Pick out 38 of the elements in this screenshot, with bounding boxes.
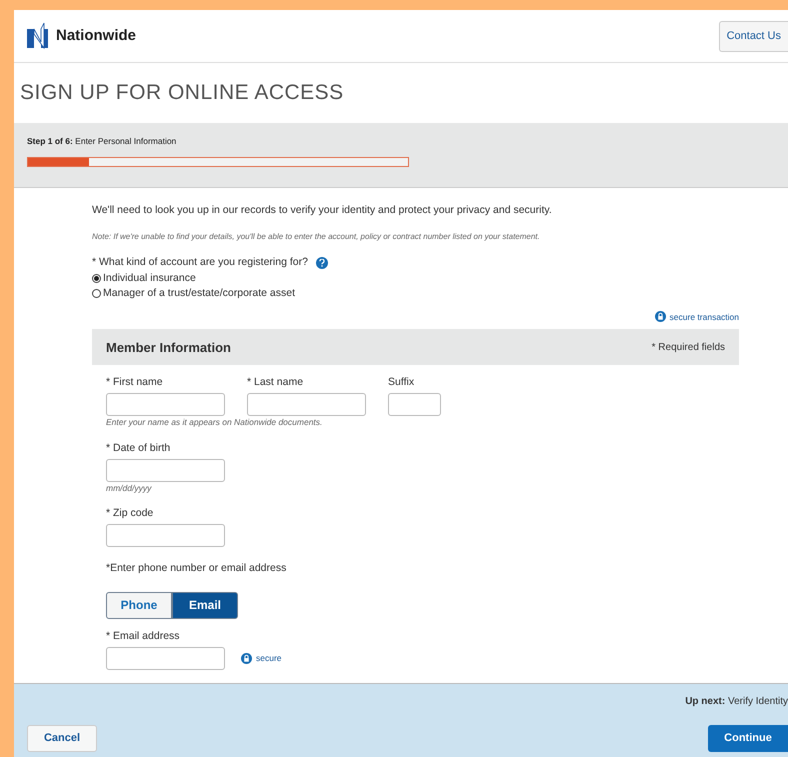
field-hint: mm/dd/yyyy	[106, 482, 153, 494]
brand-name: Nationwide	[56, 26, 136, 46]
field-label: * First name	[106, 375, 164, 390]
help-icon	[316, 256, 328, 269]
note-text: Note: If we're unable to find your details, you'll be able to enter the account, policy or contract number listed on your statement.	[92, 230, 541, 243]
secure-label: secure	[256, 652, 282, 664]
required-note: * Required fields	[652, 340, 725, 355]
secure-transaction-link[interactable]: secure transaction	[670, 310, 739, 324]
text-field[interactable]	[106, 393, 225, 416]
cancel-button[interactable]: Cancel	[27, 725, 97, 752]
step-label: Step 1 of 6: Enter Personal Information	[27, 135, 178, 148]
text-field[interactable]	[106, 646, 225, 670]
lock-icon	[241, 652, 252, 664]
radio-button[interactable]	[92, 288, 101, 298]
field-hint: Enter your name as it appears on Nationwide documents.	[106, 416, 324, 429]
toggle-tab[interactable]: Email	[172, 592, 238, 619]
continue-button[interactable]: Continue	[708, 725, 788, 752]
text-field[interactable]	[106, 524, 225, 547]
radio-label: Individual insurance	[103, 270, 196, 286]
radio-button[interactable]	[92, 274, 101, 282]
question-label: * What kind of account are you registering for?	[92, 254, 308, 270]
text-field[interactable]	[247, 393, 366, 416]
toggle-tab[interactable]: Phone	[106, 592, 172, 619]
up-next-label: Up next: Verify Identity	[685, 695, 788, 709]
panel-title: Member Information	[106, 338, 231, 356]
field-label: * Date of birth	[106, 440, 172, 456]
field-label: * Zip code	[106, 506, 154, 522]
contact-button[interactable]: Contact Us	[718, 20, 788, 52]
field-label: * Email address	[106, 628, 181, 644]
intro-text: We'll need to look you up in our records to verify your identity and protect your privacy and security.	[92, 203, 553, 218]
field-label: * Last name	[247, 375, 304, 390]
lock-icon	[654, 311, 666, 322]
text-field[interactable]	[388, 393, 441, 416]
contact-prompt: *Enter phone number or email address	[106, 561, 288, 576]
page-title: SIGN UP FOR ONLINE ACCESS	[20, 80, 344, 106]
text-field[interactable]	[106, 458, 225, 482]
radio-label: Manager of a trust/estate/corporate asset	[103, 286, 296, 300]
field-label: Suffix	[388, 375, 416, 390]
